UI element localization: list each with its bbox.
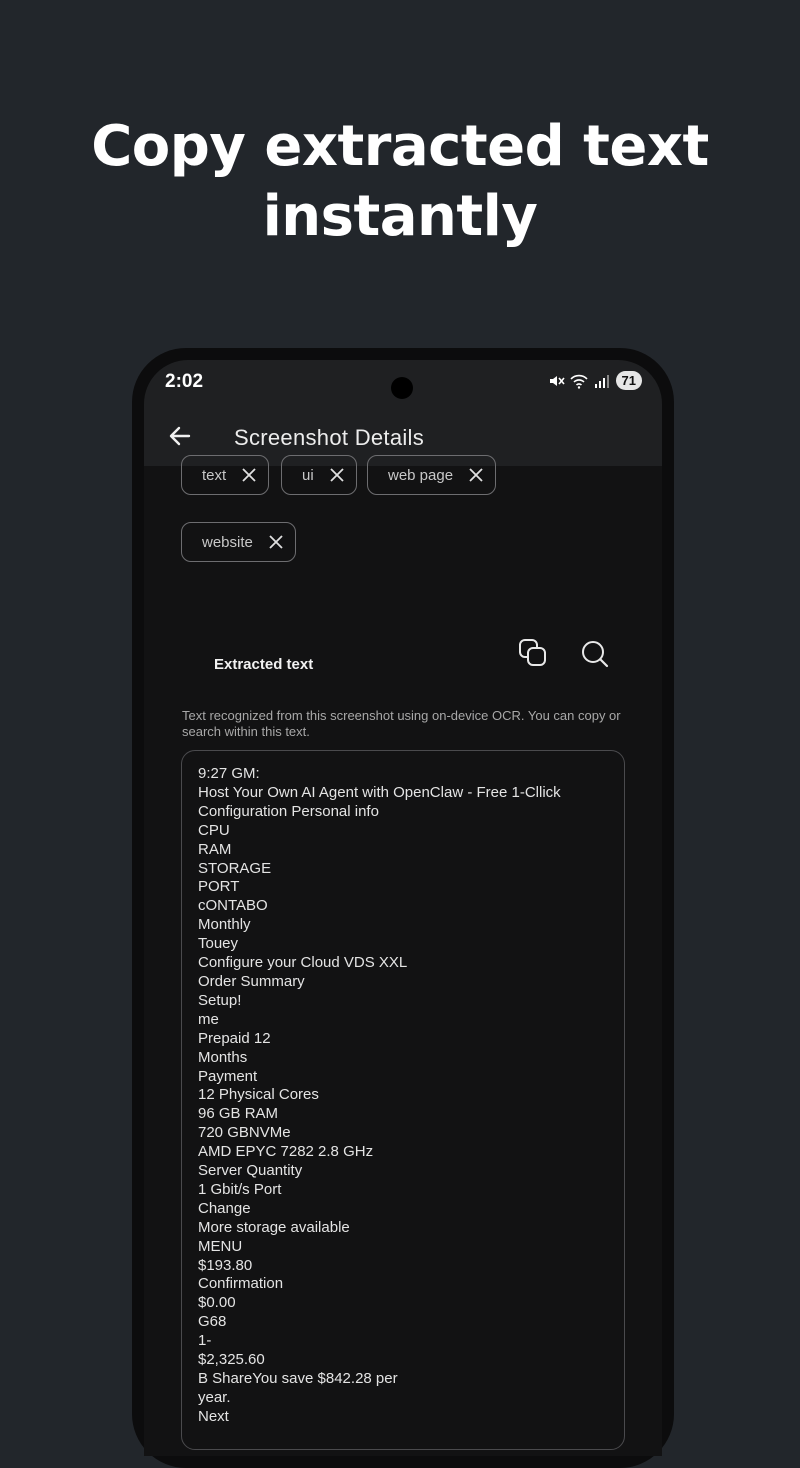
extracted-text-title: Extracted text <box>214 656 314 673</box>
ocr-line: CPU <box>198 821 230 839</box>
tag-chip-ui[interactable]: ui <box>281 455 357 495</box>
ocr-line: Order Summary <box>198 972 305 990</box>
ocr-line: G68 <box>198 1313 227 1331</box>
copy-icon[interactable] <box>518 638 548 668</box>
tag-label: website <box>202 533 253 551</box>
mute-icon <box>549 375 565 386</box>
ocr-line: cONTABO <box>198 897 268 915</box>
ocr-line: RAM <box>198 840 232 858</box>
tag-label: web page <box>388 466 454 484</box>
search-icon[interactable] <box>580 639 610 669</box>
tag-chip-web-page[interactable]: web page <box>367 455 497 495</box>
ocr-line: 1- <box>198 1332 212 1350</box>
close-icon[interactable] <box>269 535 283 549</box>
close-icon[interactable] <box>242 468 256 482</box>
ocr-line: Configure your Cloud VDS XXL <box>198 954 408 972</box>
ocr-line: Months <box>198 1048 248 1066</box>
ocr-line: STORAGE <box>198 859 272 877</box>
wifi-icon <box>569 374 588 389</box>
ocr-line: PORT <box>198 878 240 896</box>
ocr-line: Next <box>198 1407 229 1425</box>
tag-chip-website[interactable]: website <box>181 522 296 562</box>
ocr-line: 12 Physical Cores <box>198 1086 319 1104</box>
status-time: 2:02 <box>165 371 204 392</box>
ocr-line: $193.80 <box>198 1256 253 1274</box>
ocr-line: Host Your Own AI Agent with OpenClaw - F… <box>198 783 561 801</box>
ocr-line: me <box>198 1010 219 1028</box>
ocr-line: MENU <box>198 1237 243 1255</box>
ocr-line: Configuration Personal info <box>198 802 379 820</box>
ocr-line: 9:27 GM: <box>198 765 260 782</box>
ocr-line: Server Quantity <box>198 1162 303 1180</box>
close-icon[interactable] <box>469 468 483 482</box>
ocr-line: Payment <box>198 1067 258 1085</box>
ocr-line: 720 GBNVMe <box>198 1124 291 1142</box>
ocr-line: $2,325.60 <box>198 1351 265 1369</box>
camera-cutout <box>391 377 413 399</box>
extracted-text-box[interactable]: 9:27 GM: Host Your Own AI Agent with Open… <box>181 750 625 1450</box>
arrow-left-icon[interactable] <box>166 422 194 450</box>
ocr-line: year. <box>198 1388 231 1406</box>
page-title: Screenshot Details <box>234 425 425 450</box>
ocr-line: $0.00 <box>198 1294 236 1312</box>
tag-label: ui <box>302 466 314 484</box>
status-bar: 2:02 71 <box>144 360 662 408</box>
ocr-line: More storage available <box>198 1218 350 1236</box>
ocr-line: 1 Gbit/s Port <box>198 1180 282 1198</box>
ocr-line: Touey <box>198 935 239 953</box>
ocr-line: Monthly <box>198 916 251 934</box>
ocr-line: B ShareYou save $842.28 per <box>198 1370 398 1387</box>
headline-line-2: instantly <box>262 184 538 249</box>
headline: Copy extracted text instantly <box>0 112 800 252</box>
ocr-line: 96 GB RAM <box>198 1105 279 1123</box>
status-icons: 71 <box>547 371 642 390</box>
signal-icon <box>594 374 609 388</box>
extracted-text-description: Text recognized from this screenshot usi… <box>182 708 621 739</box>
ocr-line: Change <box>198 1199 251 1217</box>
battery-indicator: 71 <box>615 371 642 390</box>
ocr-line: AMD EPYC 7282 2.8 GHz <box>198 1143 374 1161</box>
tag-label: text <box>202 466 227 484</box>
phone-screen: 2:02 71 Screenshot Details text ui web p… <box>144 360 662 1456</box>
phone-frame: 2:02 71 Screenshot Details text ui web p… <box>132 348 674 1468</box>
tag-chip-text[interactable]: text <box>181 455 270 495</box>
ocr-line: Setup! <box>198 991 242 1009</box>
headline-line-1: Copy extracted text <box>91 114 709 179</box>
close-icon[interactable] <box>330 468 344 482</box>
ocr-text-content: 9:27 GM: Host Your Own AI Agent with Open… <box>198 765 614 1427</box>
ocr-line: Prepaid 12 <box>198 1029 271 1047</box>
ocr-line: Confirmation <box>198 1275 284 1293</box>
